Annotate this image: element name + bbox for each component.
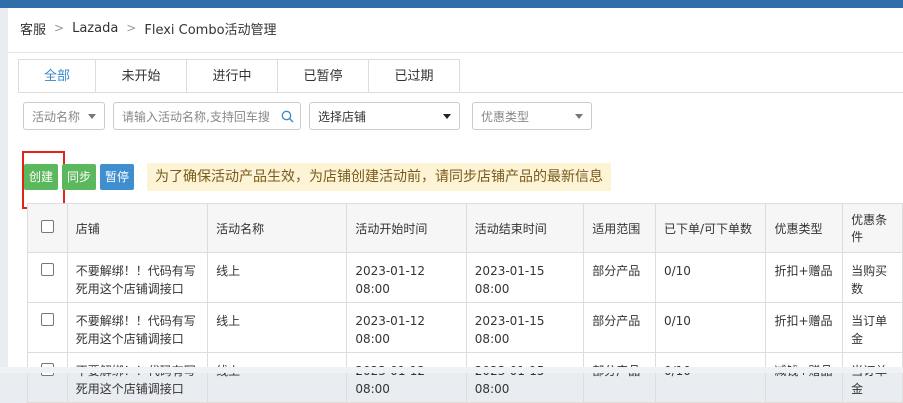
breadcrumb-item[interactable]: 客服 xyxy=(20,19,46,38)
search-placeholder: 请输入活动名称,支持回车搜 xyxy=(122,109,270,124)
row-checkbox-cell[interactable] xyxy=(27,352,68,403)
condition-cell: 当订单金 xyxy=(842,352,903,403)
condition-cell: 当购买数 xyxy=(842,252,903,303)
start-time-cell: 2023-01-12 08:00 xyxy=(346,302,467,353)
tab-paused[interactable]: 已暂停 xyxy=(278,59,369,93)
search-icon[interactable] xyxy=(281,110,294,123)
scope-cell: 部分产品 xyxy=(583,302,656,353)
select-all-checkbox[interactable] xyxy=(40,220,54,233)
sync-button[interactable]: 同步 xyxy=(62,164,96,190)
breadcrumb-item: Flexi Combo活动管理 xyxy=(144,22,277,38)
shop-select[interactable]: 选择店铺 xyxy=(309,102,460,130)
discount-type-cell: 减钱+赠品 xyxy=(765,352,844,403)
caret-down-icon xyxy=(575,114,583,119)
end-time-cell: 2023-01-15 08:00 xyxy=(465,302,585,353)
activity-name-cell: 线上 xyxy=(207,352,348,403)
shop-cell: 不要解绑！！代码有写死用这个店铺调接口 xyxy=(66,302,209,353)
condition-cell: 当订单金 xyxy=(842,302,903,353)
table-row[interactable]: 不要解绑！！代码有写死用这个店铺调接口 线上 2023-01-12 08:00 … xyxy=(27,302,903,353)
table-row[interactable]: 不要解绑！！代码有写死用这个店铺调接口 线上 2023-01-12 08:00 … xyxy=(27,352,903,403)
tab-not-started[interactable]: 未开始 xyxy=(96,59,187,93)
breadcrumb: 客服 > Lazada > Flexi Combo活动管理 xyxy=(20,19,277,38)
column-header: 优惠类型 xyxy=(765,203,844,253)
discount-type-value: 优惠类型 xyxy=(481,109,530,124)
column-header: 已下单/可下单数 xyxy=(654,203,767,253)
field-select[interactable]: 活动名称 xyxy=(23,102,105,130)
pause-button[interactable]: 暂停 xyxy=(100,164,134,190)
chevron-right-icon: > xyxy=(54,21,65,35)
tab-expired[interactable]: 已过期 xyxy=(369,59,460,93)
scope-cell: 部分产品 xyxy=(583,352,656,403)
status-tabs: 全部 未开始 进行中 已暂停 已过期 xyxy=(18,59,460,93)
row-checkbox-cell[interactable] xyxy=(27,252,68,303)
caret-down-icon xyxy=(88,114,96,119)
tabs-underline xyxy=(18,92,903,93)
end-time-cell: 2023-01-15 08:00 xyxy=(465,352,585,403)
filter-bar: 活动名称 请输入活动名称,支持回车搜 选择店铺 优惠类型 xyxy=(8,102,903,132)
table-row[interactable]: 不要解绑！！代码有写死用这个店铺调接口 线上 2023-01-12 08:00 … xyxy=(27,252,903,303)
bottom-edge xyxy=(0,367,903,373)
sync-notice: 为了确保活动产品生效，为店铺创建活动前，请同步店铺产品的最新信息 xyxy=(147,163,611,191)
row-checkbox[interactable] xyxy=(40,263,54,276)
caret-down-icon xyxy=(443,114,451,119)
column-header: 活动名称 xyxy=(207,203,348,253)
create-button[interactable]: 创建 xyxy=(24,164,58,190)
select-all-checkbox-cell[interactable] xyxy=(27,203,68,253)
discount-type-cell: 折扣+赠品 xyxy=(765,252,844,303)
chevron-right-icon: > xyxy=(126,21,137,35)
shop-cell: 不要解绑！！代码有写死用这个店铺调接口 xyxy=(66,252,209,303)
column-header: 优惠条件 xyxy=(842,203,903,253)
order-count-cell: 0/10 xyxy=(654,302,767,353)
table-header-row: 店铺 活动名称 活动开始时间 活动结束时间 适用范围 已下单/可下单数 优惠类型… xyxy=(27,203,903,253)
discount-type-select[interactable]: 优惠类型 xyxy=(472,102,592,130)
discount-type-cell: 折扣+赠品 xyxy=(765,302,844,353)
field-select-value: 活动名称 xyxy=(32,109,81,124)
column-header: 店铺 xyxy=(66,203,209,253)
scope-cell: 部分产品 xyxy=(583,252,656,303)
search-input[interactable]: 请输入活动名称,支持回车搜 xyxy=(113,102,301,130)
column-header: 活动结束时间 xyxy=(465,203,585,253)
main-page: 客服 > Lazada > Flexi Combo活动管理 全部 未开始 进行中… xyxy=(8,8,903,403)
column-header: 适用范围 xyxy=(583,203,656,253)
action-bar: 创建 同步 暂停 xyxy=(24,163,138,191)
top-bar xyxy=(0,0,903,8)
row-checkbox[interactable] xyxy=(40,313,54,326)
end-time-cell: 2023-01-15 08:00 xyxy=(465,252,585,303)
start-time-cell: 2023-01-12 08:00 xyxy=(346,252,467,303)
row-checkbox-cell[interactable] xyxy=(27,302,68,353)
start-time-cell: 2023-01-12 08:00 xyxy=(346,352,467,403)
order-count-cell: 0/10 xyxy=(654,252,767,303)
shop-cell: 不要解绑！！代码有写死用这个店铺调接口 xyxy=(66,352,209,403)
activity-name-cell: 线上 xyxy=(207,302,348,353)
tab-all[interactable]: 全部 xyxy=(18,59,96,93)
activity-table: 店铺 活动名称 活动开始时间 活动结束时间 适用范围 已下单/可下单数 优惠类型… xyxy=(27,203,903,403)
shop-select-value: 选择店铺 xyxy=(318,109,367,124)
breadcrumb-item[interactable]: Lazada xyxy=(72,21,118,36)
tab-in-progress[interactable]: 进行中 xyxy=(187,59,278,93)
order-count-cell: 0/10 xyxy=(654,352,767,403)
column-header: 活动开始时间 xyxy=(346,203,467,253)
divider xyxy=(8,52,903,53)
activity-name-cell: 线上 xyxy=(207,252,348,303)
